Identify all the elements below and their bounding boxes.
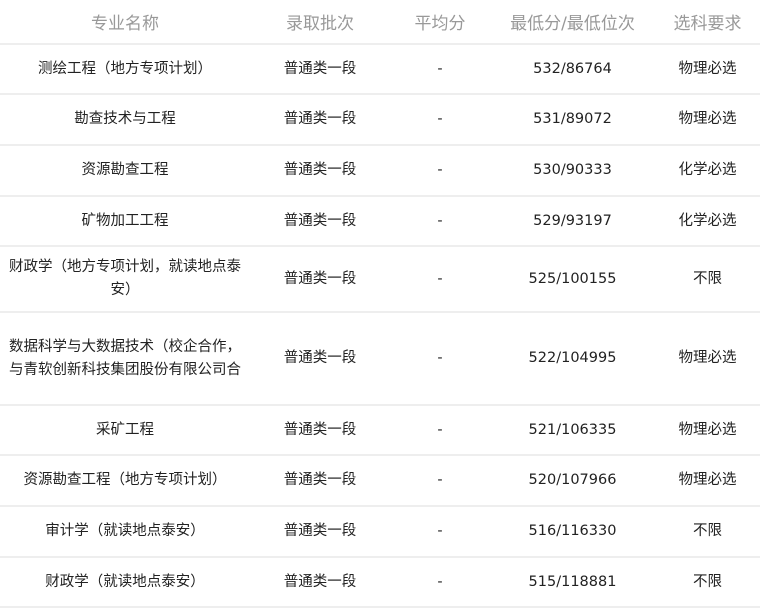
subject-requirement-cell: 不限 bbox=[655, 557, 760, 608]
batch-cell: 普通类一段 bbox=[250, 405, 390, 456]
min-score-rank-cell: 525/100155 bbox=[490, 246, 655, 313]
average-score-cell: - bbox=[390, 196, 490, 247]
batch-cell: 普通类一段 bbox=[250, 455, 390, 507]
average-score-cell: - bbox=[390, 312, 490, 406]
subject-requirement-cell: 化学必选 bbox=[655, 196, 760, 247]
table-row: 矿物加工工程 普通类一段 -529/93197 化学必选 bbox=[0, 196, 760, 247]
table-row: 采矿工程 普通类一段 -521/106335 物理必选 bbox=[0, 405, 760, 456]
batch-cell: 普通类一段 bbox=[250, 145, 390, 197]
min-score-rank-cell: 530/90333 bbox=[490, 145, 655, 197]
subject-requirement-cell: 物理必选 bbox=[655, 405, 760, 456]
subject-requirement-cell: 不限 bbox=[655, 246, 760, 313]
average-score-cell: - bbox=[390, 145, 490, 197]
average-score-cell: - bbox=[390, 506, 490, 558]
batch-cell: 普通类一段 bbox=[250, 94, 390, 146]
average-score-cell: - bbox=[390, 557, 490, 608]
min-score-rank-cell: 520/107966 bbox=[490, 455, 655, 507]
major-name-cell: 采矿工程 bbox=[0, 405, 250, 456]
batch-cell: 普通类一段 bbox=[250, 196, 390, 247]
header-subject-requirement: 选科要求 bbox=[655, 0, 760, 45]
subject-requirement-cell: 物理必选 bbox=[655, 94, 760, 146]
batch-cell: 普通类一段 bbox=[250, 506, 390, 558]
table-row: 财政学（就读地点泰安） 普通类一段 -515/118881 不限 bbox=[0, 557, 760, 608]
subject-requirement-cell: 不限 bbox=[655, 506, 760, 558]
batch-cell: 普通类一段 bbox=[250, 557, 390, 608]
header-average: 平均分 bbox=[390, 0, 490, 45]
batch-cell: 普通类一段 bbox=[250, 312, 390, 406]
batch-cell: 普通类一段 bbox=[250, 246, 390, 313]
average-score-cell: - bbox=[390, 405, 490, 456]
min-score-rank-cell: 515/118881 bbox=[490, 557, 655, 608]
table-header: 专业名称 录取批次 平均分 最低分/最低位次 选科要求 bbox=[0, 0, 760, 45]
min-score-rank-cell: 532/86764 bbox=[490, 44, 655, 95]
major-name-cell: 矿物加工工程 bbox=[0, 196, 250, 247]
table-row: 资源勘查工程（地方专项计划） 普通类一段 -520/107966 物理必选 bbox=[0, 455, 760, 507]
major-name-cell: 审计学（就读地点泰安） bbox=[0, 506, 250, 558]
header-min-score-rank: 最低分/最低位次 bbox=[490, 0, 655, 45]
subject-requirement-cell: 化学必选 bbox=[655, 145, 760, 197]
average-score-cell: - bbox=[390, 246, 490, 313]
min-score-rank-cell: 529/93197 bbox=[490, 196, 655, 247]
batch-cell: 普通类一段 bbox=[250, 44, 390, 95]
table-row: 财政学（地方专项计划，就读地点泰安） 普通类一段 -525/100155 不限 bbox=[0, 246, 760, 313]
table-row: 测绘工程（地方专项计划） 普通类一段 -532/86764 物理必选 bbox=[0, 44, 760, 95]
major-name-cell: 资源勘查工程（地方专项计划） bbox=[0, 455, 250, 507]
subject-requirement-cell: 物理必选 bbox=[655, 312, 760, 406]
average-score-cell: - bbox=[390, 455, 490, 507]
major-name-cell: 勘查技术与工程 bbox=[0, 94, 250, 146]
table-row: 审计学（就读地点泰安） 普通类一段 -516/116330 不限 bbox=[0, 506, 760, 558]
major-name-cell: 测绘工程（地方专项计划） bbox=[0, 44, 250, 95]
subject-requirement-cell: 物理必选 bbox=[655, 44, 760, 95]
major-name-cell: 数据科学与大数据技术（校企合作，与青软创新科技集团股份有限公司合 bbox=[0, 312, 250, 406]
major-name-cell: 财政学（地方专项计划，就读地点泰安） bbox=[0, 246, 250, 313]
header-major: 专业名称 bbox=[0, 0, 250, 45]
min-score-rank-cell: 516/116330 bbox=[490, 506, 655, 558]
average-score-cell: - bbox=[390, 44, 490, 95]
header-batch: 录取批次 bbox=[250, 0, 390, 45]
min-score-rank-cell: 521/106335 bbox=[490, 405, 655, 456]
average-score-cell: - bbox=[390, 94, 490, 146]
table-row: 资源勘查工程 普通类一段 -530/90333 化学必选 bbox=[0, 145, 760, 197]
table-row: 勘查技术与工程 普通类一段 -531/89072 物理必选 bbox=[0, 94, 760, 146]
major-name-cell: 资源勘查工程 bbox=[0, 145, 250, 197]
min-score-rank-cell: 531/89072 bbox=[490, 94, 655, 146]
subject-requirement-cell: 物理必选 bbox=[655, 455, 760, 507]
min-score-rank-cell: 522/104995 bbox=[490, 312, 655, 406]
major-name-cell: 财政学（就读地点泰安） bbox=[0, 557, 250, 608]
table-row: 数据科学与大数据技术（校企合作，与青软创新科技集团股份有限公司合 普通类一段 -52… bbox=[0, 312, 760, 406]
admission-table: 专业名称 录取批次 平均分 最低分/最低位次 选科要求 测绘工程（地方专项计划）… bbox=[0, 0, 760, 608]
